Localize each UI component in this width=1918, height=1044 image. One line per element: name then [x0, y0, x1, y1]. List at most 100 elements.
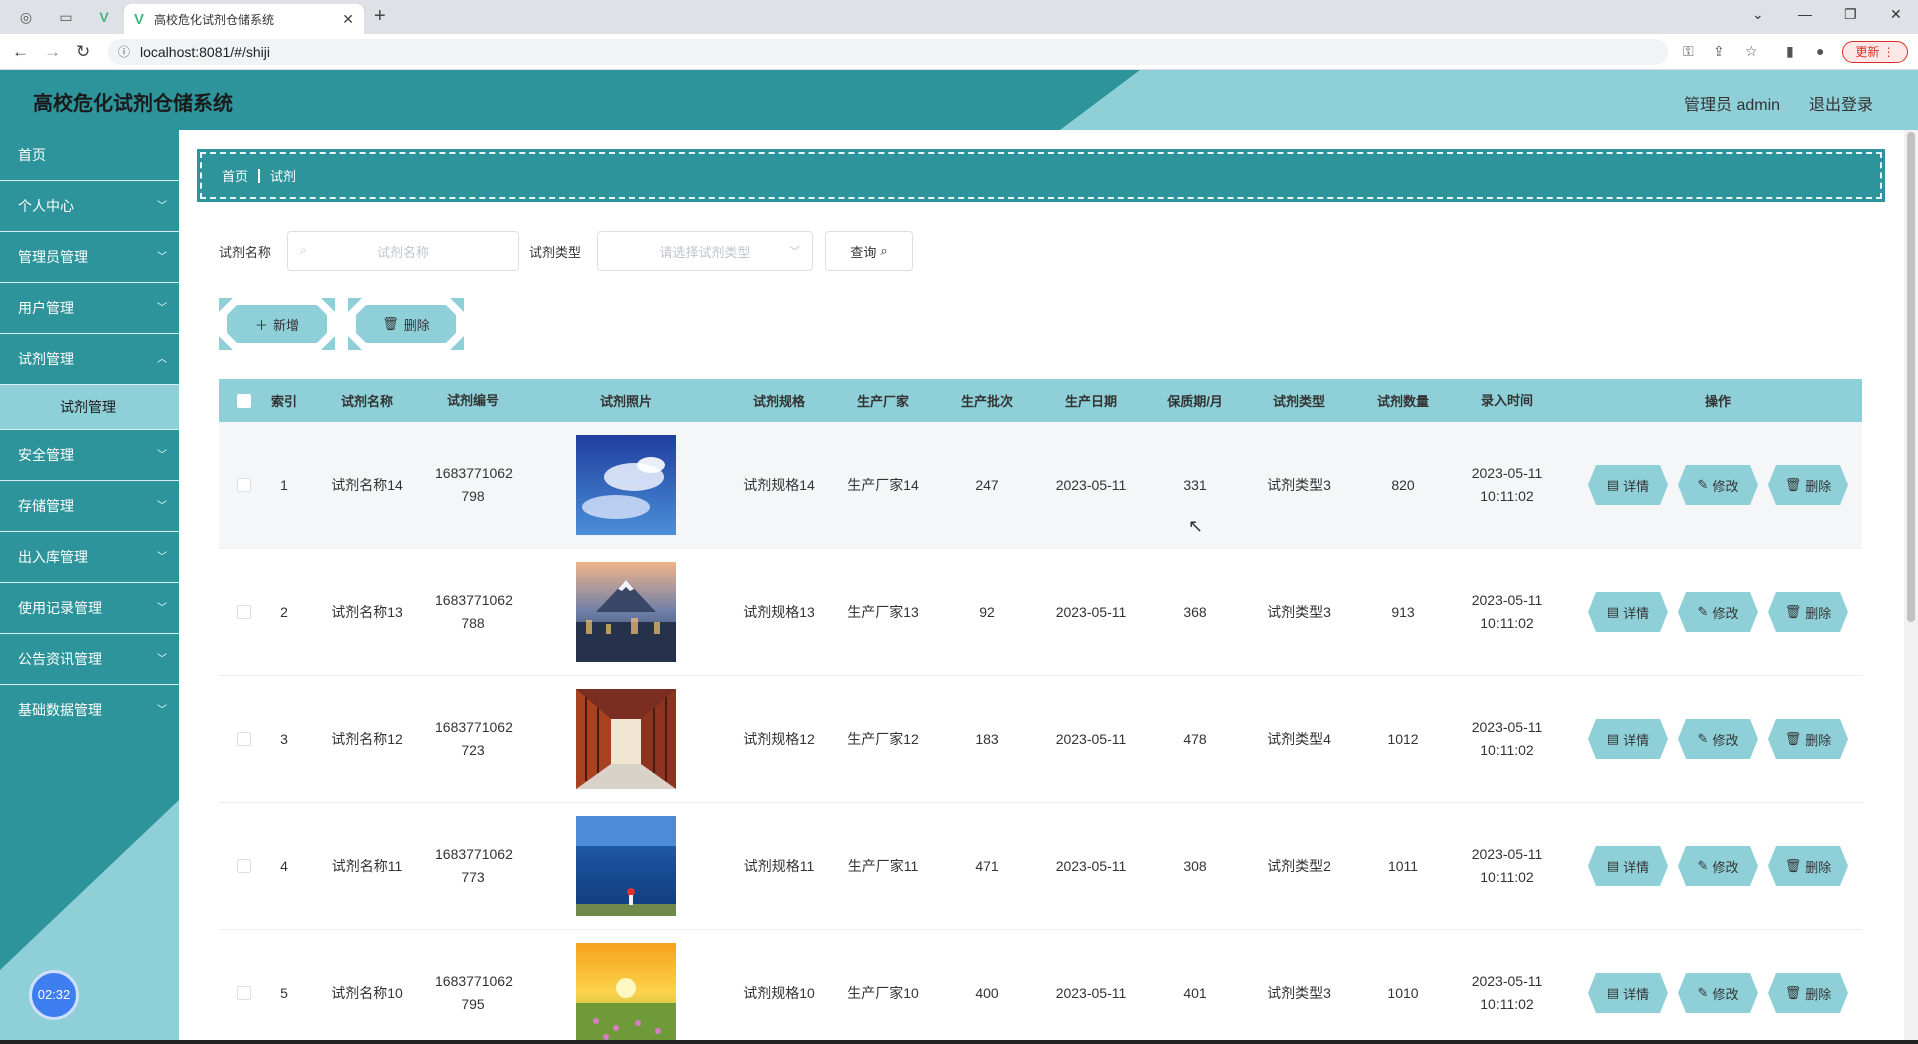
type-select[interactable]: 请选择试剂类型 ﹀: [597, 231, 813, 271]
back-icon[interactable]: ←: [12, 42, 29, 62]
delete-label: 删除: [1805, 605, 1832, 621]
restore-button[interactable]: ❐: [1844, 6, 1857, 23]
cell-time-date: 2023-05-11: [1471, 846, 1543, 862]
row-checkbox[interactable]: [237, 859, 251, 873]
sidebar-item-home[interactable]: 首页: [0, 130, 179, 181]
scrollbar-thumb[interactable]: [1907, 132, 1915, 622]
site-info-icon[interactable]: ⓘ: [118, 39, 130, 65]
sidebar-item-announcement-management[interactable]: 公告资讯管理 ﹀: [0, 634, 179, 685]
vue-tab-icon[interactable]: V: [94, 7, 114, 27]
delete-button[interactable]: 🗑 删除: [1768, 973, 1848, 1013]
sidebar-item-inout-management[interactable]: 出入库管理 ﹀: [0, 532, 179, 583]
corner-decoration: [450, 336, 464, 350]
update-button[interactable]: 更新 ⋮: [1842, 41, 1908, 63]
sunset-field-photo[interactable]: [576, 943, 676, 1043]
document-icon: ▤: [1606, 604, 1620, 619]
mountain-city-photo[interactable]: [576, 562, 676, 662]
cell-quantity: 1010: [1387, 985, 1419, 1001]
trash-icon: 🗑: [1784, 477, 1802, 492]
pinned-tab-icon[interactable]: ▭: [56, 7, 76, 27]
logout-link[interactable]: 退出登录: [1809, 91, 1873, 115]
sidebar-item-personal-center[interactable]: 个人中心 ﹀: [0, 181, 179, 232]
close-window-button[interactable]: ✕: [1890, 6, 1902, 23]
delete-label: 删除: [1805, 986, 1832, 1002]
sea-figure-photo[interactable]: [576, 816, 676, 916]
page-scrollbar[interactable]: [1904, 130, 1918, 1040]
corridor-photo[interactable]: [576, 689, 676, 789]
cell-code: 1683771062 723: [435, 716, 513, 762]
detail-button[interactable]: ▤ 详情: [1588, 719, 1668, 759]
taskbar-edge: [0, 1040, 1918, 1044]
sidebar-item-label: 管理员管理: [18, 249, 88, 265]
delete-button[interactable]: 🗑 删除: [1768, 719, 1848, 759]
browser-tab-active[interactable]: V 高校危化试剂仓储系统 ✕: [124, 4, 364, 34]
edit-button[interactable]: ✎ 修改: [1678, 592, 1758, 632]
row-checkbox[interactable]: [237, 605, 251, 619]
delete-label: 删除: [1805, 478, 1832, 494]
detail-button[interactable]: ▤ 详情: [1588, 592, 1668, 632]
table-row: 1 试剂名称14 1683771062 798 试剂规格14 生产厂家14 247…: [219, 422, 1862, 549]
detail-button[interactable]: ▤ 详情: [1588, 465, 1668, 505]
key-icon[interactable]: ⚿: [1683, 43, 1694, 60]
sidebar-item-label: 公告资讯管理: [18, 651, 102, 667]
cell-code-line1: 1683771062: [435, 592, 513, 608]
chevron-down-icon: ﹀: [157, 501, 167, 512]
clock-widget[interactable]: 02:32: [29, 970, 79, 1020]
profile-icon[interactable]: ●: [1816, 43, 1824, 59]
edit-button[interactable]: ✎ 修改: [1678, 846, 1758, 886]
sidebar-item-safety-management[interactable]: 安全管理 ﹀: [0, 430, 179, 481]
bookmark-star-icon[interactable]: ☆: [1745, 43, 1758, 60]
sidebar-item-reagent-management[interactable]: 试剂管理 ︿: [0, 334, 179, 385]
delete-label: 删除: [1805, 859, 1832, 875]
extension-icon[interactable]: ◎: [16, 7, 36, 27]
share-icon[interactable]: ⇪: [1713, 43, 1725, 60]
delete-button[interactable]: 🗑 删除: [1768, 592, 1848, 632]
query-button[interactable]: 查询 ⌕: [825, 231, 913, 271]
edit-button[interactable]: ✎ 修改: [1678, 465, 1758, 505]
delete-button[interactable]: 🗑 删除: [1768, 846, 1848, 886]
add-button[interactable]: ＋ 新增: [219, 298, 335, 350]
row-checkbox[interactable]: [237, 732, 251, 746]
sidebar-item-user-management[interactable]: 用户管理 ﹀: [0, 283, 179, 334]
sidebar-item-admin-management[interactable]: 管理员管理 ﹀: [0, 232, 179, 283]
edit-button[interactable]: ✎ 修改: [1678, 973, 1758, 1013]
select-all-checkbox[interactable]: [237, 393, 251, 408]
sidebar-item-storage-management[interactable]: 存储管理 ﹀: [0, 481, 179, 532]
pencil-icon: ✎: [1697, 731, 1709, 746]
header-shelf-life: 保质期/月: [1167, 394, 1223, 409]
tab-search-icon[interactable]: ⌄: [1752, 6, 1764, 23]
new-tab-button[interactable]: +: [374, 5, 386, 28]
cell-time-date: 2023-05-11: [1471, 973, 1543, 989]
cell-manufacturer: 生产厂家13: [847, 604, 919, 620]
header-spec: 试剂规格: [752, 394, 805, 409]
edit-button[interactable]: ✎ 修改: [1678, 719, 1758, 759]
delete-button[interactable]: 🗑 删除: [1768, 465, 1848, 505]
chevron-up-icon: ︿: [157, 354, 167, 365]
sky-clouds-photo[interactable]: [576, 435, 676, 535]
forward-icon[interactable]: →: [44, 42, 61, 62]
cell-code-line1: 1683771062: [435, 973, 513, 989]
sidebar-item-basic-data-management[interactable]: 基础数据管理 ﹀: [0, 685, 179, 736]
sidebar-item-usage-record-management[interactable]: 使用记录管理 ﹀: [0, 583, 179, 634]
minimize-button[interactable]: —: [1798, 6, 1812, 22]
side-panel-icon[interactable]: ▮: [1786, 43, 1794, 60]
submenu-item-reagent-management[interactable]: 试剂管理: [0, 385, 179, 430]
cell-type: 试剂类型3: [1267, 985, 1331, 1001]
name-search-input[interactable]: ⌕ 试剂名称: [287, 231, 519, 271]
row-checkbox[interactable]: [237, 478, 251, 492]
cell-batch: 400: [975, 985, 999, 1001]
close-tab-icon[interactable]: ✕: [342, 11, 354, 28]
delete-button-label: 删除: [403, 317, 430, 333]
url-field[interactable]: ⓘ localhost:8081/#/shiji: [108, 39, 1668, 65]
corner-decoration: [321, 336, 335, 350]
cell-name: 试剂名称10: [331, 985, 403, 1001]
row-checkbox[interactable]: [237, 986, 251, 1000]
breadcrumb-home[interactable]: 首页: [222, 166, 248, 185]
detail-button[interactable]: ▤ 详情: [1588, 973, 1668, 1013]
batch-delete-button[interactable]: 🗑 删除: [348, 298, 464, 350]
admin-user-label: 管理员 admin: [1684, 97, 1781, 114]
cell-manufacturer: 生产厂家14: [847, 477, 919, 493]
cell-spec: 试剂规格11: [743, 858, 815, 874]
detail-button[interactable]: ▤ 详情: [1588, 846, 1668, 886]
reload-icon[interactable]: ↻: [76, 42, 90, 62]
